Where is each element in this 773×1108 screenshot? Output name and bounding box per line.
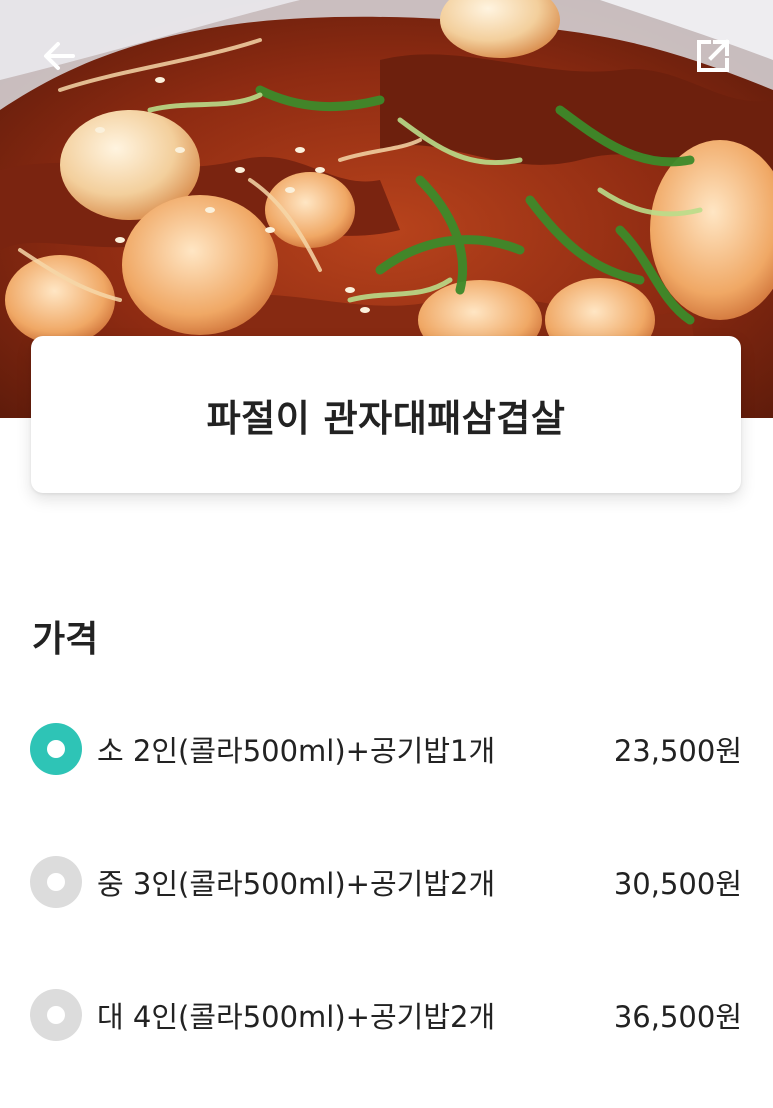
external-link-icon bbox=[697, 39, 730, 72]
menu-title: 파절이 관자대패삼겹살 bbox=[206, 396, 566, 440]
price-option-price: 30,500원 bbox=[613, 867, 742, 901]
price-section-title: 가격 bbox=[32, 619, 99, 660]
price-option-large[interactable]: 대 4인(콜라500ml)+공기밥2개 36,500원 bbox=[30, 985, 742, 1045]
price-option-price: 36,500원 bbox=[613, 1000, 742, 1034]
arrow-left-icon bbox=[44, 42, 75, 70]
radio-selected-icon[interactable] bbox=[30, 723, 82, 775]
price-option-label: 중 3인(콜라500ml)+공기밥2개 bbox=[97, 867, 496, 901]
price-option-label: 대 4인(콜라500ml)+공기밥2개 bbox=[97, 1000, 496, 1034]
price-option-price: 23,500원 bbox=[613, 734, 742, 768]
price-option-medium[interactable]: 중 3인(콜라500ml)+공기밥2개 30,500원 bbox=[30, 852, 742, 912]
radio-unselected-icon[interactable] bbox=[30, 856, 82, 908]
price-option-label: 소 2인(콜라500ml)+공기밥1개 bbox=[97, 734, 496, 768]
price-option-small[interactable]: 소 2인(콜라500ml)+공기밥1개 23,500원 bbox=[30, 719, 742, 779]
share-button[interactable] bbox=[685, 28, 741, 84]
back-button[interactable] bbox=[31, 28, 87, 84]
radio-unselected-icon[interactable] bbox=[30, 989, 82, 1041]
menu-title-card: 파절이 관자대패삼겹살 bbox=[31, 336, 741, 493]
